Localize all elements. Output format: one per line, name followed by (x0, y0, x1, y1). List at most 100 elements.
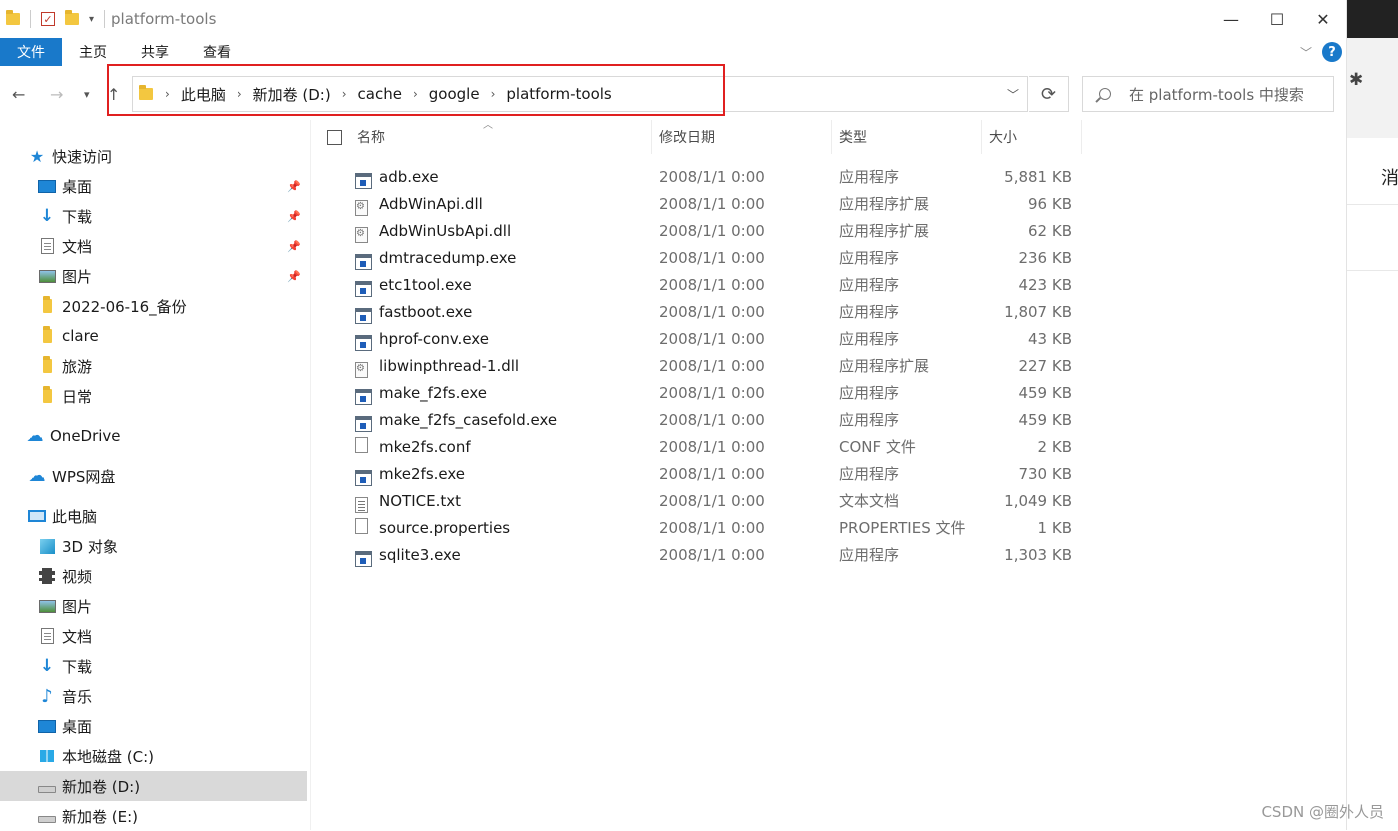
file-row[interactable]: mke2fs.exe 2008/1/1 0:00 应用程序 730 KB (311, 460, 1346, 487)
file-date: 2008/1/1 0:00 (659, 492, 765, 510)
sidebar-item-label: 桌面 (62, 716, 92, 737)
sidebar-item-3d-objects[interactable]: 3D 对象 (0, 531, 307, 561)
sidebar-item-drive-d[interactable]: 新加卷 (D:) (0, 771, 307, 801)
sidebar-item-desktop[interactable]: 桌面 (0, 711, 307, 741)
address-history-chevron-icon[interactable]: ﹀ (1007, 86, 1019, 103)
properties-icon[interactable]: ✓ (41, 12, 55, 26)
column-header-date[interactable]: 修改日期 (652, 120, 832, 154)
address-bar[interactable]: › 此电脑 › 新加卷 (D:) › cache › google › plat… (132, 76, 1028, 112)
sidebar-item-drive-c[interactable]: 本地磁盘 (C:) (0, 741, 307, 771)
forward-arrow-icon[interactable]: → (50, 85, 63, 104)
file-row[interactable]: AdbWinApi.dll 2008/1/1 0:00 应用程序扩展 96 KB (311, 190, 1346, 217)
sidebar-item-wps-drive[interactable]: ☁ WPS网盘 (0, 461, 307, 491)
file-row[interactable]: sqlite3.exe 2008/1/1 0:00 应用程序 1,303 KB (311, 541, 1346, 568)
file-date: 2008/1/1 0:00 (659, 303, 765, 321)
expand-ribbon-icon[interactable]: ﹀ (1300, 44, 1312, 61)
new-folder-icon[interactable] (65, 13, 79, 25)
chevron-right-icon[interactable]: › (491, 87, 496, 101)
column-header-type[interactable]: 类型 (832, 120, 982, 154)
file-row[interactable]: mke2fs.conf 2008/1/1 0:00 CONF 文件 2 KB (311, 433, 1346, 460)
pin-icon[interactable]: 📌 (287, 180, 301, 193)
sidebar-item-clare[interactable]: clare (0, 321, 307, 351)
file-row[interactable]: NOTICE.txt 2008/1/1 0:00 文本文档 1,049 KB (311, 487, 1346, 514)
sidebar-item-downloads[interactable]: ↓ 下载 📌 (0, 201, 307, 231)
sidebar-item-travel[interactable]: 旅游 (0, 351, 307, 381)
sidebar-item-documents[interactable]: 文档 📌 (0, 231, 307, 261)
tab-file[interactable]: 文件 (0, 38, 62, 66)
file-row[interactable]: hprof-conv.exe 2008/1/1 0:00 应用程序 43 KB (311, 325, 1346, 352)
file-size: 1,807 KB (979, 303, 1072, 321)
column-header-size[interactable]: 大小 (982, 120, 1082, 154)
sidebar-item-backup-folder[interactable]: 2022-06-16_备份 (0, 291, 307, 321)
chevron-right-icon[interactable]: › (413, 87, 418, 101)
file-size: 459 KB (979, 384, 1072, 402)
dll-file-icon (355, 362, 368, 378)
sidebar-item-music[interactable]: ♪ 音乐 (0, 681, 307, 711)
maximize-button[interactable]: ☐ (1254, 0, 1300, 38)
refresh-button[interactable]: ⟳ (1029, 76, 1069, 112)
column-header-name[interactable]: 名称 (350, 120, 652, 154)
close-button[interactable]: ✕ (1300, 0, 1346, 38)
search-input[interactable]: 在 platform-tools 中搜索 (1082, 76, 1334, 112)
exe-file-icon (355, 281, 372, 297)
exe-file-icon (355, 173, 372, 189)
chevron-right-icon[interactable]: › (165, 87, 170, 101)
divider (1347, 204, 1398, 205)
tab-view[interactable]: 查看 (186, 38, 248, 66)
sidebar-item-daily[interactable]: 日常 (0, 381, 307, 411)
file-row[interactable]: source.properties 2008/1/1 0:00 PROPERTI… (311, 514, 1346, 541)
extensions-icon[interactable]: ✱ (1349, 70, 1363, 90)
file-row[interactable]: fastboot.exe 2008/1/1 0:00 应用程序 1,807 KB (311, 298, 1346, 325)
cloud-icon: ☁ (28, 468, 46, 484)
breadcrumb-cache[interactable]: cache (358, 85, 402, 103)
sidebar-item-label: 旅游 (62, 356, 92, 377)
folder-icon (139, 88, 153, 100)
file-row[interactable]: etc1tool.exe 2008/1/1 0:00 应用程序 423 KB (311, 271, 1346, 298)
minimize-button[interactable]: — (1208, 0, 1254, 38)
sidebar-item-label: 图片 (62, 596, 92, 617)
document-icon (38, 238, 56, 254)
sidebar-item-desktop[interactable]: 桌面 📌 (0, 171, 307, 201)
breadcrumb-this-pc[interactable]: 此电脑 (181, 84, 226, 105)
pin-icon[interactable]: 📌 (287, 240, 301, 253)
breadcrumb-platform-tools[interactable]: platform-tools (506, 85, 611, 103)
file-row[interactable]: make_f2fs.exe 2008/1/1 0:00 应用程序 459 KB (311, 379, 1346, 406)
file-row[interactable]: libwinpthread-1.dll 2008/1/1 0:00 应用程序扩展… (311, 352, 1346, 379)
chevron-right-icon[interactable]: › (342, 87, 347, 101)
sidebar-item-label: clare (62, 327, 99, 345)
background-app-text: 消 (1381, 164, 1398, 190)
pin-icon[interactable]: 📌 (287, 270, 301, 283)
sidebar-item-this-pc[interactable]: 此电脑 (0, 501, 307, 531)
breadcrumb-drive-d[interactable]: 新加卷 (D:) (253, 84, 331, 105)
background-app-titlebar (1347, 0, 1398, 38)
breadcrumb-google[interactable]: google (429, 85, 480, 103)
back-arrow-icon[interactable]: ← (12, 85, 25, 104)
up-arrow-icon[interactable]: ↑ (107, 85, 120, 104)
file-row[interactable]: AdbWinUsbApi.dll 2008/1/1 0:00 应用程序扩展 62… (311, 217, 1346, 244)
sidebar-item-onedrive[interactable]: ☁ OneDrive (0, 421, 307, 451)
tab-share[interactable]: 共享 (124, 38, 186, 66)
pin-icon[interactable]: 📌 (287, 210, 301, 223)
sidebar-item-downloads[interactable]: ↓ 下载 (0, 651, 307, 681)
sidebar-item-pictures[interactable]: 图片 📌 (0, 261, 307, 291)
sidebar-item-label: 此电脑 (52, 506, 97, 527)
recent-locations-icon[interactable]: ▾ (84, 88, 90, 101)
file-type: CONF 文件 (839, 436, 916, 457)
sidebar-item-label: 视频 (62, 566, 92, 587)
chevron-right-icon[interactable]: › (237, 87, 242, 101)
file-date: 2008/1/1 0:00 (659, 438, 765, 456)
select-all-checkbox[interactable] (327, 130, 342, 145)
tab-home[interactable]: 主页 (62, 38, 124, 66)
customize-toolbar-icon[interactable]: ▾ (89, 14, 94, 25)
help-icon[interactable]: ? (1322, 42, 1342, 62)
sidebar-item-drive-e[interactable]: 新加卷 (E:) (0, 801, 307, 831)
sidebar-item-pictures[interactable]: 图片 (0, 591, 307, 621)
file-row[interactable]: adb.exe 2008/1/1 0:00 应用程序 5,881 KB (311, 163, 1346, 190)
exe-file-icon (355, 551, 372, 567)
file-row[interactable]: make_f2fs_casefold.exe 2008/1/1 0:00 应用程… (311, 406, 1346, 433)
file-row[interactable]: dmtracedump.exe 2008/1/1 0:00 应用程序 236 K… (311, 244, 1346, 271)
sidebar-item-label: 下载 (62, 206, 92, 227)
sidebar-item-documents[interactable]: 文档 (0, 621, 307, 651)
sidebar-item-videos[interactable]: 视频 (0, 561, 307, 591)
sidebar-item-quick-access[interactable]: ★ 快速访问 (0, 141, 307, 171)
